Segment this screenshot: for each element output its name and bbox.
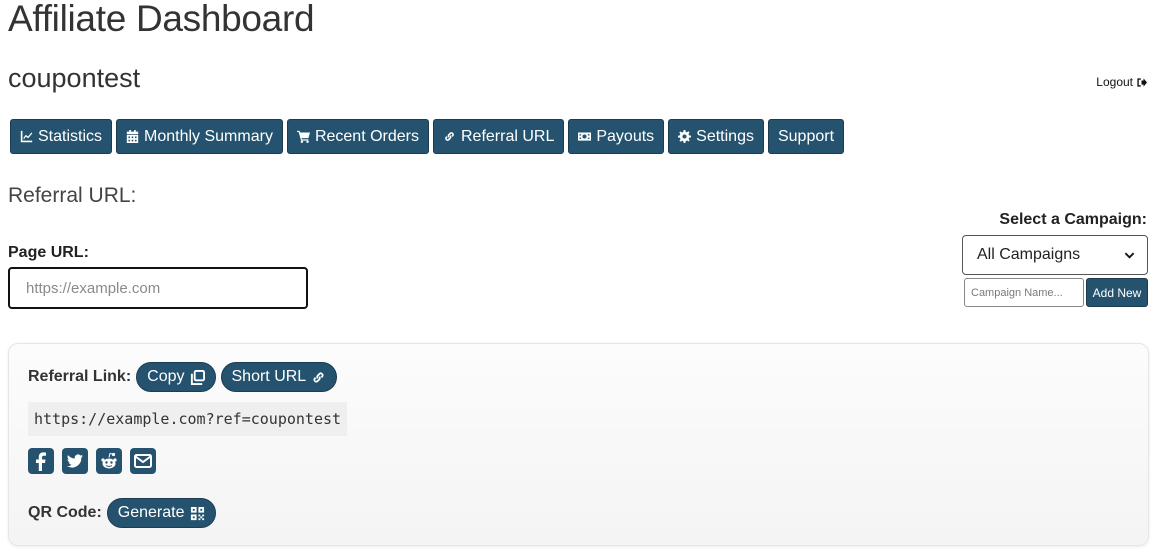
- nav-settings-label: Settings: [696, 127, 754, 145]
- qr-code-label: QR Code:: [28, 504, 102, 521]
- page-url-input[interactable]: [8, 267, 308, 309]
- referral-link-value: https://example.com?ref=coupontest: [28, 402, 348, 436]
- qrcode-icon: [190, 506, 204, 520]
- copy-icon: [190, 369, 205, 385]
- nav-monthly-summary-button[interactable]: Monthly Summary: [116, 119, 283, 154]
- generate-label: Generate: [117, 504, 185, 521]
- campaign-selected-value: All Campaigns: [977, 246, 1081, 263]
- nav-monthly-summary-label: Monthly Summary: [144, 127, 273, 145]
- link-icon: [445, 132, 454, 141]
- nav-recent-orders-button[interactable]: Recent Orders: [286, 119, 429, 154]
- money-bill-icon: [578, 132, 592, 141]
- section-title: Referral URL:: [8, 184, 137, 207]
- nav-settings-button[interactable]: Settings: [668, 119, 764, 154]
- nav-statistics-label: Statistics: [38, 127, 103, 145]
- share-facebook-button[interactable]: [28, 448, 54, 474]
- copy-button[interactable]: Copy: [136, 362, 216, 392]
- email-icon: [134, 454, 152, 468]
- shopping-cart-icon: [296, 130, 310, 143]
- link-icon: [313, 372, 324, 382]
- nav-recent-orders-label: Recent Orders: [314, 127, 419, 145]
- qr-code-row: QR Code: Generate: [28, 498, 216, 528]
- logout-label: Logout: [1096, 75, 1133, 89]
- campaign-select[interactable]: All Campaigns: [962, 235, 1148, 275]
- nav-statistics-button[interactable]: Statistics: [10, 119, 113, 154]
- nav-support-button[interactable]: Support: [767, 119, 845, 154]
- campaign-label: Select a Campaign:: [999, 211, 1147, 228]
- share-buttons: [28, 448, 156, 474]
- nav-payouts-label: Payouts: [596, 127, 655, 145]
- logout-link[interactable]: Logout: [1096, 75, 1147, 89]
- referral-link-label: Referral Link:: [28, 368, 132, 385]
- copy-label: Copy: [147, 368, 185, 385]
- share-twitter-button[interactable]: [62, 448, 88, 474]
- share-email-button[interactable]: [130, 448, 156, 474]
- nav-payouts-button[interactable]: Payouts: [568, 119, 665, 154]
- short-url-label: Short URL: [231, 368, 307, 385]
- chart-line-icon: [20, 130, 33, 143]
- nav-referral-url-label: Referral URL: [460, 127, 555, 145]
- dashboard-nav: Statistics Monthly Summary Recent Orders…: [10, 119, 845, 154]
- generate-qr-button[interactable]: Generate: [106, 498, 216, 528]
- referral-link-row: Referral Link: Copy Short URL: [28, 362, 338, 392]
- campaign-name-input[interactable]: [964, 278, 1084, 307]
- calendar-icon: [126, 130, 139, 143]
- add-new-campaign-button[interactable]: Add New: [1086, 278, 1148, 307]
- page-url-label: Page URL:: [8, 244, 89, 261]
- sign-out-icon: [1137, 77, 1147, 87]
- chevron-down-icon: [1124, 252, 1135, 259]
- facebook-icon: [36, 452, 46, 471]
- referral-link-card: Referral Link: Copy Short URL https://ex…: [8, 343, 1149, 546]
- username-heading: coupontest: [8, 63, 141, 93]
- nav-support-label: Support: [777, 127, 835, 145]
- reddit-icon: [101, 452, 117, 469]
- twitter-icon: [67, 454, 83, 468]
- page-title: Affiliate Dashboard: [8, 0, 315, 39]
- short-url-button[interactable]: Short URL: [220, 362, 338, 392]
- share-reddit-button[interactable]: [96, 448, 122, 474]
- gear-icon: [678, 130, 692, 143]
- nav-referral-url-button[interactable]: Referral URL: [432, 119, 565, 154]
